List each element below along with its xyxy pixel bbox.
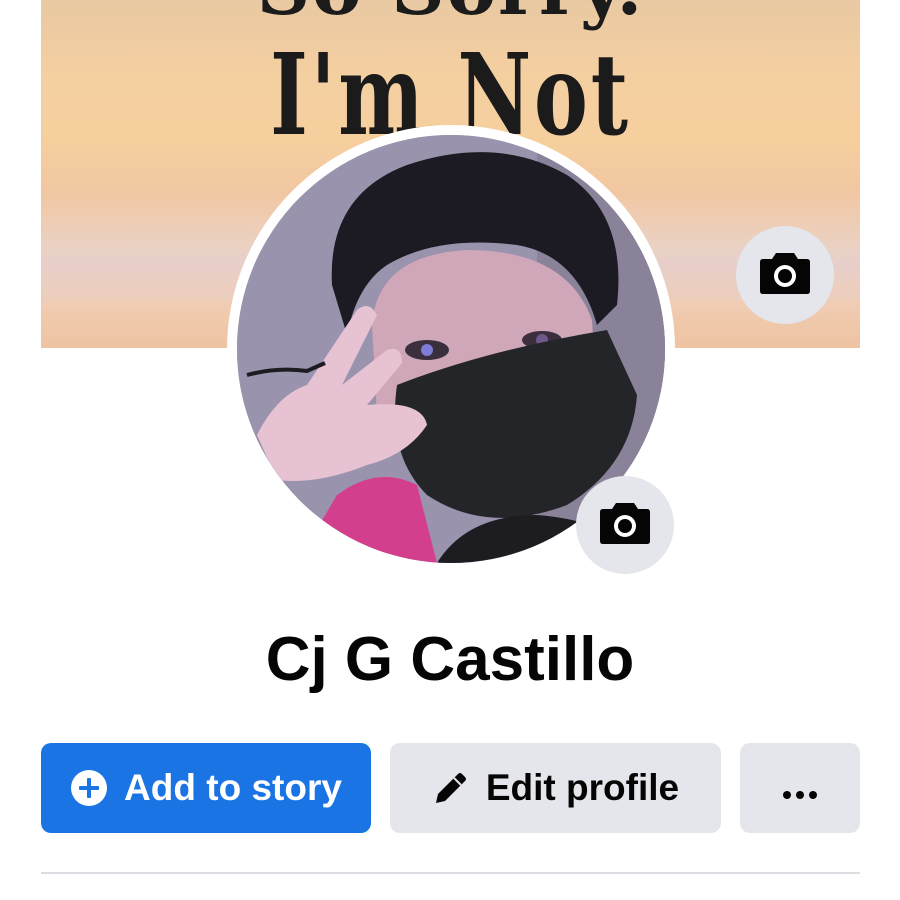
camera-icon: [759, 251, 811, 300]
section-divider: [41, 872, 860, 874]
profile-name: Cj G Castillo: [265, 625, 635, 694]
edit-profile-button[interactable]: Edit profile: [390, 743, 721, 833]
camera-icon: [599, 501, 651, 550]
edit-cover-photo-button[interactable]: [736, 226, 834, 324]
edit-profile-label: Edit profile: [485, 767, 680, 808]
add-to-story-label: Add to story: [124, 767, 342, 808]
plus-circle-icon: [70, 769, 108, 807]
cover-text-line-1: So Sorry.: [41, 0, 860, 26]
more-horizontal-icon: [782, 767, 818, 809]
more-options-button[interactable]: [740, 743, 860, 833]
add-to-story-button[interactable]: Add to story: [41, 743, 371, 833]
edit-profile-picture-button[interactable]: [576, 476, 674, 574]
pencil-icon: [432, 769, 470, 807]
